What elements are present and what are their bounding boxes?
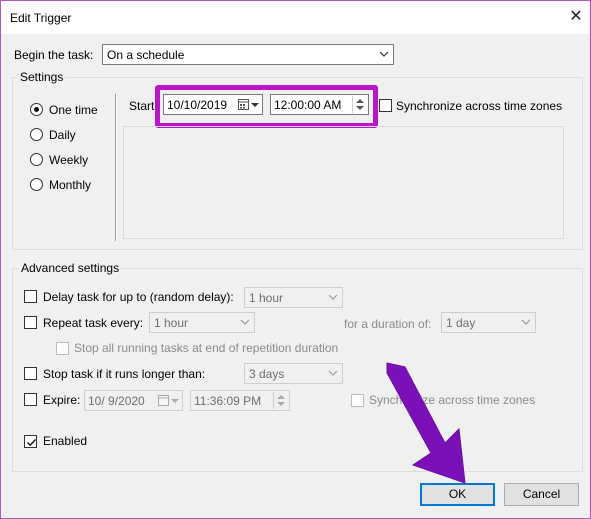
- start-label: Start:: [129, 99, 158, 113]
- radio-one-time[interactable]: [30, 103, 43, 116]
- sync-time-zones-label: Synchronize across time zones: [396, 99, 563, 113]
- radio-weekly-label: Weekly: [49, 153, 89, 167]
- enabled-label: Enabled: [43, 434, 88, 448]
- expire-date-picker[interactable]: 10/ 9/2020: [84, 390, 183, 411]
- edit-trigger-dialog: Edit Trigger ✕ Begin the task: On a sche…: [0, 0, 591, 519]
- expire-time-value: 11:36:09 PM: [194, 394, 262, 408]
- expire-label: Expire:: [43, 393, 81, 407]
- sync-time-zones-checkbox[interactable]: [379, 99, 392, 112]
- expire-sync-checkbox[interactable]: [351, 394, 364, 407]
- delay-task-checkbox[interactable]: [24, 290, 37, 303]
- expire-date-value: 10/ 9/2020: [88, 394, 145, 408]
- begin-task-value: On a schedule: [107, 48, 185, 62]
- stop-longer-label: Stop task if it runs longer than:: [43, 367, 206, 381]
- close-icon[interactable]: ✕: [565, 6, 587, 28]
- expire-checkbox[interactable]: [24, 393, 37, 406]
- window-title: Edit Trigger: [10, 11, 72, 25]
- expire-time-field[interactable]: 11:36:09 PM: [190, 390, 290, 411]
- chevron-down-icon: [328, 294, 338, 300]
- duration-select[interactable]: 1 day: [441, 312, 536, 333]
- chevron-down-icon: [521, 319, 531, 325]
- stop-running-checkbox[interactable]: [56, 342, 69, 355]
- repeat-task-checkbox[interactable]: [24, 316, 37, 329]
- schedule-detail-panel: [123, 126, 564, 239]
- repeat-task-value: 1 hour: [154, 316, 189, 330]
- duration-value: 1 day: [446, 316, 476, 330]
- stop-longer-value: 3 days: [249, 367, 285, 381]
- stop-running-label: Stop all running tasks at end of repetit…: [74, 341, 339, 355]
- cancel-button[interactable]: Cancel: [504, 483, 579, 506]
- delay-task-value: 1 hour: [249, 291, 284, 305]
- settings-divider: [115, 94, 117, 241]
- advanced-settings-legend: Advanced settings: [19, 261, 122, 275]
- title-bar: Edit Trigger ✕: [1, 1, 590, 34]
- start-highlight-box: [155, 85, 378, 128]
- radio-daily-label: Daily: [49, 128, 76, 142]
- expire-time-spinner[interactable]: [273, 392, 287, 409]
- checkmark-icon: [27, 439, 37, 447]
- begin-task-select[interactable]: On a schedule: [102, 44, 394, 65]
- radio-monthly[interactable]: [30, 178, 43, 191]
- settings-legend: Settings: [18, 70, 66, 84]
- radio-monthly-label: Monthly: [49, 178, 92, 192]
- repeat-task-select[interactable]: 1 hour: [149, 312, 255, 333]
- repeat-task-label: Repeat task every:: [43, 316, 144, 330]
- stop-longer-checkbox[interactable]: [24, 367, 37, 380]
- radio-one-time-label: One time: [49, 103, 98, 117]
- chevron-down-icon: [379, 51, 389, 57]
- enabled-checkbox[interactable]: [24, 435, 37, 448]
- duration-label: for a duration of:: [344, 317, 432, 331]
- radio-weekly[interactable]: [30, 153, 43, 166]
- stop-longer-select[interactable]: 3 days: [244, 363, 343, 384]
- annotation-arrow-icon: [386, 362, 466, 484]
- calendar-icon[interactable]: [158, 395, 180, 407]
- chevron-down-icon: [240, 319, 250, 325]
- delay-task-label: Delay task for up to (random delay):: [43, 290, 234, 304]
- delay-task-select[interactable]: 1 hour: [244, 287, 343, 308]
- begin-task-label: Begin the task:: [14, 48, 94, 62]
- radio-daily[interactable]: [30, 128, 43, 141]
- chevron-down-icon: [328, 370, 338, 376]
